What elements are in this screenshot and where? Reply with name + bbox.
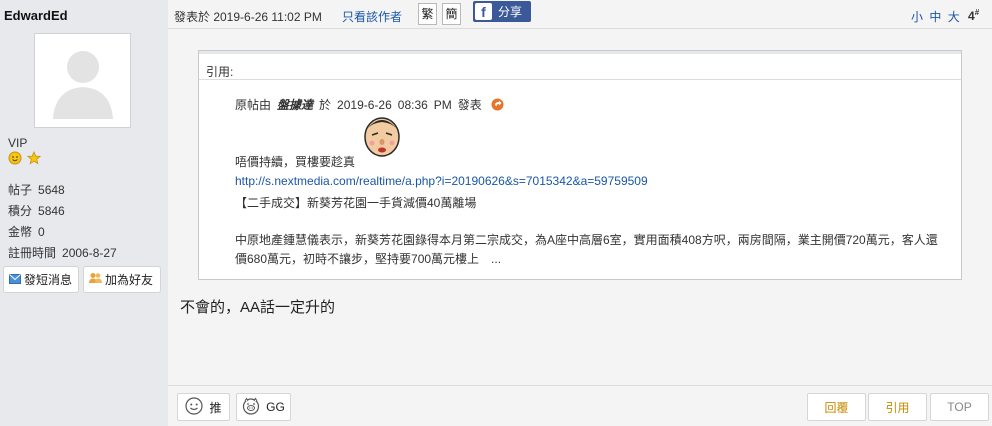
post-actions-bar: 推 GG 回覆 引用 TOP xyxy=(168,385,992,426)
facebook-icon: f xyxy=(475,3,492,20)
share-label: 分享 xyxy=(498,5,523,19)
quote-box: 引用: 原帖由 盤據達於 2019-6-26 08:36 PM 發表 唔價持續，買樓要趁真… xyxy=(198,50,962,280)
send-message-button[interactable]: 發短消息 xyxy=(3,266,79,293)
quote-header: 引用: xyxy=(199,51,961,80)
floor-number[interactable]: 4# xyxy=(968,8,979,23)
user-rank: VIP xyxy=(8,136,28,150)
post-message: 不會的，AA話一定升的 xyxy=(180,299,336,316)
envelope-icon xyxy=(9,273,21,287)
push-button[interactable]: 推 xyxy=(177,393,230,421)
stat-coins: 金幣 0 xyxy=(8,225,45,239)
quote-author[interactable]: 盤據達 xyxy=(277,98,313,112)
quote-header-label: 引用: xyxy=(206,65,234,79)
quote-line-2: 【二手成交】新葵芳花園一手貨減價40萬離場 xyxy=(235,196,477,210)
quote-body: 中原地產鍾慧儀表示，新葵芳花園錄得本月第二宗成交，為A座中高層6室，實用面積40… xyxy=(235,233,938,266)
send-message-label: 發短消息 xyxy=(24,273,73,287)
traditional-chinese-button[interactable]: 繁 xyxy=(418,3,437,25)
reply-button[interactable]: 回覆 xyxy=(807,393,866,421)
gg-button[interactable]: GG xyxy=(236,393,291,421)
username[interactable]: EdwardEd xyxy=(4,8,68,23)
user-sidebar: EdwardEd VIP 帖子 5648 積分 5846 金幣 0 註冊時間 2006-… xyxy=(0,0,168,426)
only-author-link[interactable]: 只看該作者 xyxy=(342,8,402,25)
post-timestamp: 發表於 2019-6-26 11:02 PM xyxy=(174,10,322,24)
thumbs-face-icon xyxy=(185,396,204,418)
top-button[interactable]: TOP xyxy=(930,393,989,421)
font-size-links: 小 中 大 xyxy=(911,8,963,25)
stat-points: 積分 5846 xyxy=(8,204,65,218)
quote-button[interactable]: 引用 xyxy=(868,393,927,421)
smiley-medal-icon xyxy=(8,151,22,165)
medals xyxy=(8,150,43,165)
font-small-link[interactable]: 小 xyxy=(911,10,923,24)
font-large-link[interactable]: 大 xyxy=(948,10,960,24)
quote-origin: 原帖由 盤據達於 2019-6-26 08:36 PM 發表 xyxy=(235,96,504,114)
push-label: 推 xyxy=(209,400,222,415)
stat-register-date: 註冊時間 2006-8-27 xyxy=(8,246,117,260)
friends-icon xyxy=(89,272,102,287)
user-stats: 帖子 5648 積分 5846 金幣 0 註冊時間 2006-8-27 xyxy=(8,180,117,264)
simplified-chinese-button[interactable]: 簡 xyxy=(442,3,461,25)
add-friend-button[interactable]: 加為好友 xyxy=(83,266,161,293)
quote-line-1: 唔價持續，買樓要趁真 xyxy=(235,155,356,169)
avatar[interactable] xyxy=(34,33,131,128)
post-header: 發表於 2019-6-26 11:02 PM 只看該作者 繁 簡 f 分享 小 … xyxy=(168,0,992,29)
star-medal-icon xyxy=(27,150,42,165)
facebook-share-button[interactable]: f 分享 xyxy=(473,1,531,22)
go-to-original-icon[interactable] xyxy=(491,98,504,114)
gg-label: GG xyxy=(266,400,285,414)
add-friend-label: 加為好友 xyxy=(105,273,154,287)
pig-icon xyxy=(242,397,260,418)
stat-posts: 帖子 5648 xyxy=(8,183,65,197)
font-medium-link[interactable]: 中 xyxy=(929,10,941,24)
quote-news-link[interactable]: http://s.nextmedia.com/realtime/a.php?i=… xyxy=(235,174,648,188)
upset-face-emoticon-icon xyxy=(362,115,402,162)
